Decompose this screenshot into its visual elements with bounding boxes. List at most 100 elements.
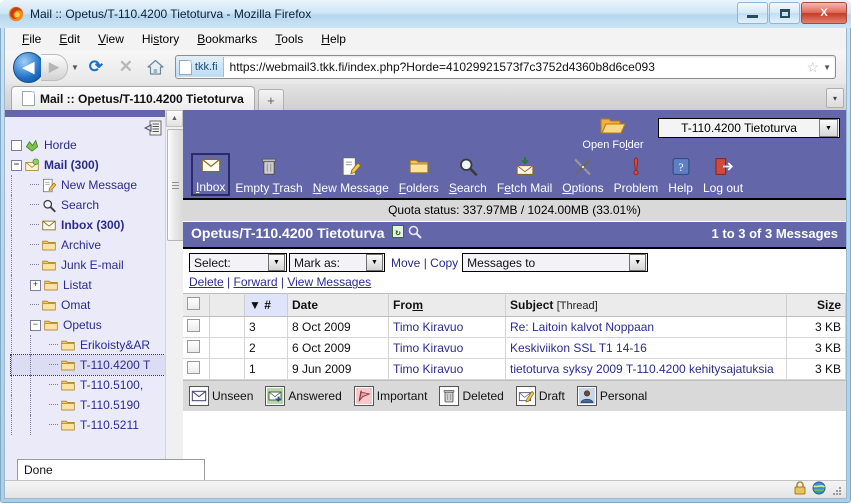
col-size[interactable]: Size xyxy=(786,293,846,318)
url-dropdown-icon[interactable]: ▼ xyxy=(823,63,835,72)
row-from[interactable]: Timo Kiravuo xyxy=(388,316,506,339)
col-date[interactable]: Date xyxy=(287,293,389,318)
forward-button[interactable]: ▶ xyxy=(41,53,68,81)
sidebar-item-erikoisty-ar[interactable]: Erikoisty&AR xyxy=(11,335,165,355)
sidebar-item-listat[interactable]: + Listat xyxy=(11,275,165,295)
move-link[interactable]: Move xyxy=(391,256,420,270)
toolbar-problem[interactable]: Problem xyxy=(609,154,664,196)
sidebar-item-label[interactable]: T-110.4200 T xyxy=(80,358,150,372)
row-checkbox[interactable] xyxy=(187,340,200,354)
tab-mail-active[interactable]: Mail :: Opetus/T-110.4200 Tietoturva xyxy=(11,86,255,110)
sidebar-item-label[interactable]: New Message xyxy=(61,178,137,192)
toolbar-inbox[interactable]: Inbox xyxy=(191,153,231,196)
minimize-button[interactable] xyxy=(737,2,768,24)
sidebar-item-label[interactable]: Listat xyxy=(63,278,92,292)
sidebar-item-t-110-5190[interactable]: T-110.5190 xyxy=(11,395,165,415)
sidebar-item-label[interactable]: Horde xyxy=(44,138,77,152)
messages-to-dropdown[interactable]: Messages to ▼ xyxy=(462,253,649,273)
sidebar-item-mail[interactable]: − Mail (300) xyxy=(11,155,165,175)
sidebar-item-label[interactable]: Search xyxy=(61,198,99,212)
toolbar-help[interactable]: ? Help xyxy=(663,154,698,196)
sidebar-item-t-110-5211[interactable]: T-110.5211 xyxy=(11,415,165,435)
menu-history[interactable]: History xyxy=(133,30,188,48)
new-tab-button[interactable]: + xyxy=(257,89,284,110)
toolbar-search[interactable]: Search xyxy=(444,154,492,196)
row-subject[interactable]: Keskiviikon SSL T1 14-16 xyxy=(505,337,787,360)
menu-bookmarks[interactable]: Bookmarks xyxy=(188,30,266,48)
mark-as-caret-icon[interactable]: ▼ xyxy=(366,254,383,272)
toolbar-log-out[interactable]: Log out xyxy=(698,154,748,196)
toolbar-fetch-mail[interactable]: Fetch Mail xyxy=(492,154,557,196)
col-from[interactable]: From xyxy=(388,293,506,318)
sidebar-item-label[interactable]: Opetus xyxy=(63,318,102,332)
forward-link[interactable]: Forward xyxy=(234,275,278,289)
sidebar-item-label[interactable]: Mail xyxy=(44,158,67,172)
select-all-checkbox[interactable] xyxy=(187,297,200,311)
stop-button[interactable]: ✕ xyxy=(113,54,139,80)
sidebar-item-label[interactable]: Junk E-mail xyxy=(61,258,124,272)
folder-select[interactable]: T-110.4200 Tietoturva ▼ xyxy=(658,118,840,138)
menu-file[interactable]: File xyxy=(13,30,50,48)
sidebar-scroll-thumb[interactable] xyxy=(167,129,184,241)
home-button[interactable] xyxy=(143,54,169,80)
sidebar-item-label[interactable]: Erikoisty&AR xyxy=(80,338,150,352)
select-caret-icon[interactable]: ▼ xyxy=(268,254,285,272)
bookmark-star-icon[interactable]: ☆ xyxy=(803,59,824,76)
tree-toggle-icon[interactable]: + xyxy=(30,279,41,291)
sidebar-scroll-up-icon[interactable]: ▲ xyxy=(166,110,183,127)
menu-edit[interactable]: Edit xyxy=(50,30,89,48)
tree-toggle-icon[interactable]: − xyxy=(11,159,22,171)
sidebar-item-inbox[interactable]: Inbox (300) xyxy=(11,215,165,235)
messages-to-caret-icon[interactable]: ▼ xyxy=(629,254,647,272)
refresh-icon[interactable]: ↻ xyxy=(392,225,405,243)
col-number[interactable]: ▼ # xyxy=(244,293,288,318)
view-messages-link[interactable]: View Messages xyxy=(287,275,371,289)
sidebar-collapse-icon[interactable] xyxy=(143,120,162,136)
table-row[interactable]: 19 Jun 2009 Timo Kiravuo tietoturva syksy … xyxy=(183,358,846,381)
select-dropdown[interactable]: Select: ▼ xyxy=(189,253,287,273)
sidebar-item-label[interactable]: T-110.5190 xyxy=(80,398,140,412)
sidebar-item-label[interactable]: T-110.5211 xyxy=(80,418,139,432)
tree-toggle-icon[interactable]: − xyxy=(30,319,41,331)
history-dropdown-icon[interactable]: ▼ xyxy=(71,63,79,72)
list-all-tabs-icon[interactable]: ▾ xyxy=(826,88,844,108)
open-folder-group[interactable]: Open Folder xyxy=(573,115,653,151)
search-icon[interactable] xyxy=(408,225,423,243)
menu-tools[interactable]: Tools xyxy=(266,30,312,48)
row-checkbox[interactable] xyxy=(187,319,200,333)
folder-select-caret-icon[interactable]: ▼ xyxy=(819,119,838,137)
toolbar-new-message[interactable]: New Message xyxy=(308,154,394,196)
maximize-button[interactable] xyxy=(769,2,800,24)
table-row[interactable]: 26 Oct 2009 Timo Kiravuo Keskiviikon SSL T… xyxy=(183,337,846,360)
col-select-all[interactable] xyxy=(183,293,210,318)
row-checkbox-cell[interactable] xyxy=(183,358,210,381)
resize-grip-icon[interactable] xyxy=(832,485,842,495)
sidebar-item-t-110-4200-t[interactable]: T-110.4200 T xyxy=(10,354,165,376)
table-row[interactable]: 38 Oct 2009 Timo Kiravuo Re: Laitoin kalvo… xyxy=(183,316,846,339)
row-checkbox[interactable] xyxy=(187,361,200,375)
copy-link[interactable]: Copy xyxy=(430,256,458,270)
delete-link[interactable]: Delete xyxy=(189,275,224,289)
sidebar-item-label[interactable]: Archive xyxy=(61,238,101,252)
reload-button[interactable]: ⟳ xyxy=(83,54,109,80)
mark-as-dropdown[interactable]: Mark as: ▼ xyxy=(289,253,385,273)
url-bar[interactable]: tkk.fi https://webmail3.tkk.fi/index.php… xyxy=(174,55,836,79)
tree-toggle-icon[interactable] xyxy=(11,139,22,151)
sidebar-item-omat[interactable]: Omat xyxy=(11,295,165,315)
toolbar-options[interactable]: Options xyxy=(557,154,608,196)
globe-icon[interactable] xyxy=(812,481,826,498)
row-from[interactable]: Timo Kiravuo xyxy=(388,358,506,381)
toolbar-empty-trash[interactable]: Empty Trash xyxy=(230,154,307,196)
sidebar-item-label[interactable]: Omat xyxy=(61,298,90,312)
sidebar-item-horde[interactable]: Horde xyxy=(11,135,165,155)
row-subject[interactable]: Re: Laitoin kalvot Noppaan xyxy=(505,316,787,339)
row-subject[interactable]: tietoturva syksy 2009 T-110.4200 kehitys… xyxy=(505,358,787,381)
row-from[interactable]: Timo Kiravuo xyxy=(388,337,506,360)
sidebar-scrollbar[interactable]: ▲ ▼ xyxy=(165,110,184,481)
toolbar-folders[interactable]: Folders xyxy=(394,154,444,196)
sidebar-item-opetus[interactable]: − Opetus xyxy=(11,315,165,335)
menu-help[interactable]: Help xyxy=(312,30,355,48)
row-checkbox-cell[interactable] xyxy=(183,316,210,339)
site-identity-box[interactable]: tkk.fi xyxy=(175,57,224,77)
sidebar-item-archive[interactable]: Archive xyxy=(11,235,165,255)
